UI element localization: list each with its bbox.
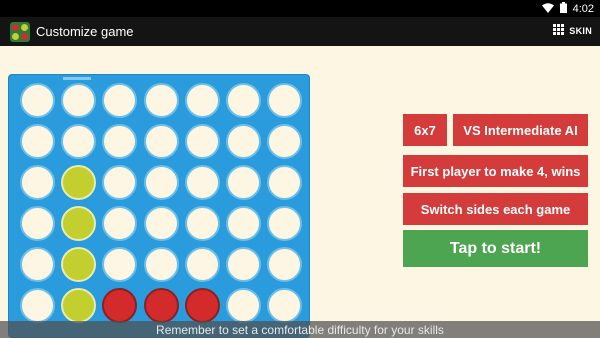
yellow-disc[interactable] xyxy=(61,206,97,241)
red-disc[interactable] xyxy=(102,288,138,323)
board-slot[interactable] xyxy=(267,83,303,118)
board-slot[interactable] xyxy=(143,206,179,241)
red-disc[interactable] xyxy=(184,288,220,323)
board-slot[interactable] xyxy=(143,247,179,282)
status-icons: 4:02 xyxy=(541,2,594,16)
board-slot[interactable] xyxy=(226,206,261,241)
app-bar: Customize game SKIN xyxy=(0,17,600,46)
board-slot[interactable] xyxy=(226,247,261,282)
switch-sides-label: Switch sides each game xyxy=(420,201,571,217)
yellow-disc[interactable] xyxy=(61,247,97,282)
win-rule-label: First player to make 4, wins xyxy=(410,163,581,179)
board-slot[interactable] xyxy=(226,83,261,118)
board-slot[interactable] xyxy=(184,124,220,159)
board-slot[interactable] xyxy=(226,288,261,323)
win-rule-button[interactable]: First player to make 4, wins xyxy=(403,155,588,187)
board-slot[interactable] xyxy=(61,83,97,118)
toast-message: Remember to set a comfortable difficulty… xyxy=(0,321,600,338)
battery-icon xyxy=(559,2,567,16)
board-grip xyxy=(63,77,91,80)
opponent-label: VS Intermediate AI xyxy=(463,122,578,138)
board-size-button[interactable]: 6x7 xyxy=(403,114,447,146)
skin-button[interactable]: SKIN xyxy=(553,24,592,37)
board-slot[interactable] xyxy=(102,124,138,159)
board-slot[interactable] xyxy=(20,124,55,159)
board-slot[interactable] xyxy=(226,165,261,200)
board-slot[interactable] xyxy=(143,165,179,200)
board-slot[interactable] xyxy=(20,247,55,282)
board-slot[interactable] xyxy=(102,206,138,241)
board-slot[interactable] xyxy=(143,83,179,118)
status-bar: 4:02 xyxy=(0,0,600,17)
start-button[interactable]: Tap to start! xyxy=(403,230,588,267)
board-slot[interactable] xyxy=(61,124,97,159)
yellow-disc[interactable] xyxy=(61,288,97,323)
board-slot[interactable] xyxy=(267,206,303,241)
game-board[interactable] xyxy=(8,74,310,338)
board-slot[interactable] xyxy=(184,83,220,118)
board-slot[interactable] xyxy=(184,247,220,282)
board-slot[interactable] xyxy=(267,288,303,323)
board-slot[interactable] xyxy=(267,165,303,200)
board-slot[interactable] xyxy=(102,83,138,118)
board-slot[interactable] xyxy=(226,124,261,159)
board-slot[interactable] xyxy=(267,247,303,282)
opponent-button[interactable]: VS Intermediate AI xyxy=(453,114,588,146)
switch-sides-button[interactable]: Switch sides each game xyxy=(403,193,588,225)
board-slot[interactable] xyxy=(20,288,55,323)
page-title: Customize game xyxy=(36,24,134,39)
wifi-icon xyxy=(541,2,554,16)
skin-label: SKIN xyxy=(569,25,592,36)
board-slot[interactable] xyxy=(20,165,55,200)
board-slot[interactable] xyxy=(102,165,138,200)
board-size-label: 6x7 xyxy=(414,122,436,138)
clock: 4:02 xyxy=(572,3,594,15)
red-disc[interactable] xyxy=(143,288,179,323)
board-slot[interactable] xyxy=(184,165,220,200)
toast-text: Remember to set a comfortable difficulty… xyxy=(156,322,444,337)
grid-icon xyxy=(553,24,565,37)
board-slot[interactable] xyxy=(143,124,179,159)
yellow-disc[interactable] xyxy=(61,165,97,200)
board-slot[interactable] xyxy=(20,206,55,241)
board-slot[interactable] xyxy=(184,206,220,241)
connect-four-app-icon[interactable] xyxy=(10,21,30,42)
board-slot[interactable] xyxy=(267,124,303,159)
board-slot[interactable] xyxy=(102,247,138,282)
board-slot[interactable] xyxy=(20,83,55,118)
start-label: Tap to start! xyxy=(449,239,542,257)
